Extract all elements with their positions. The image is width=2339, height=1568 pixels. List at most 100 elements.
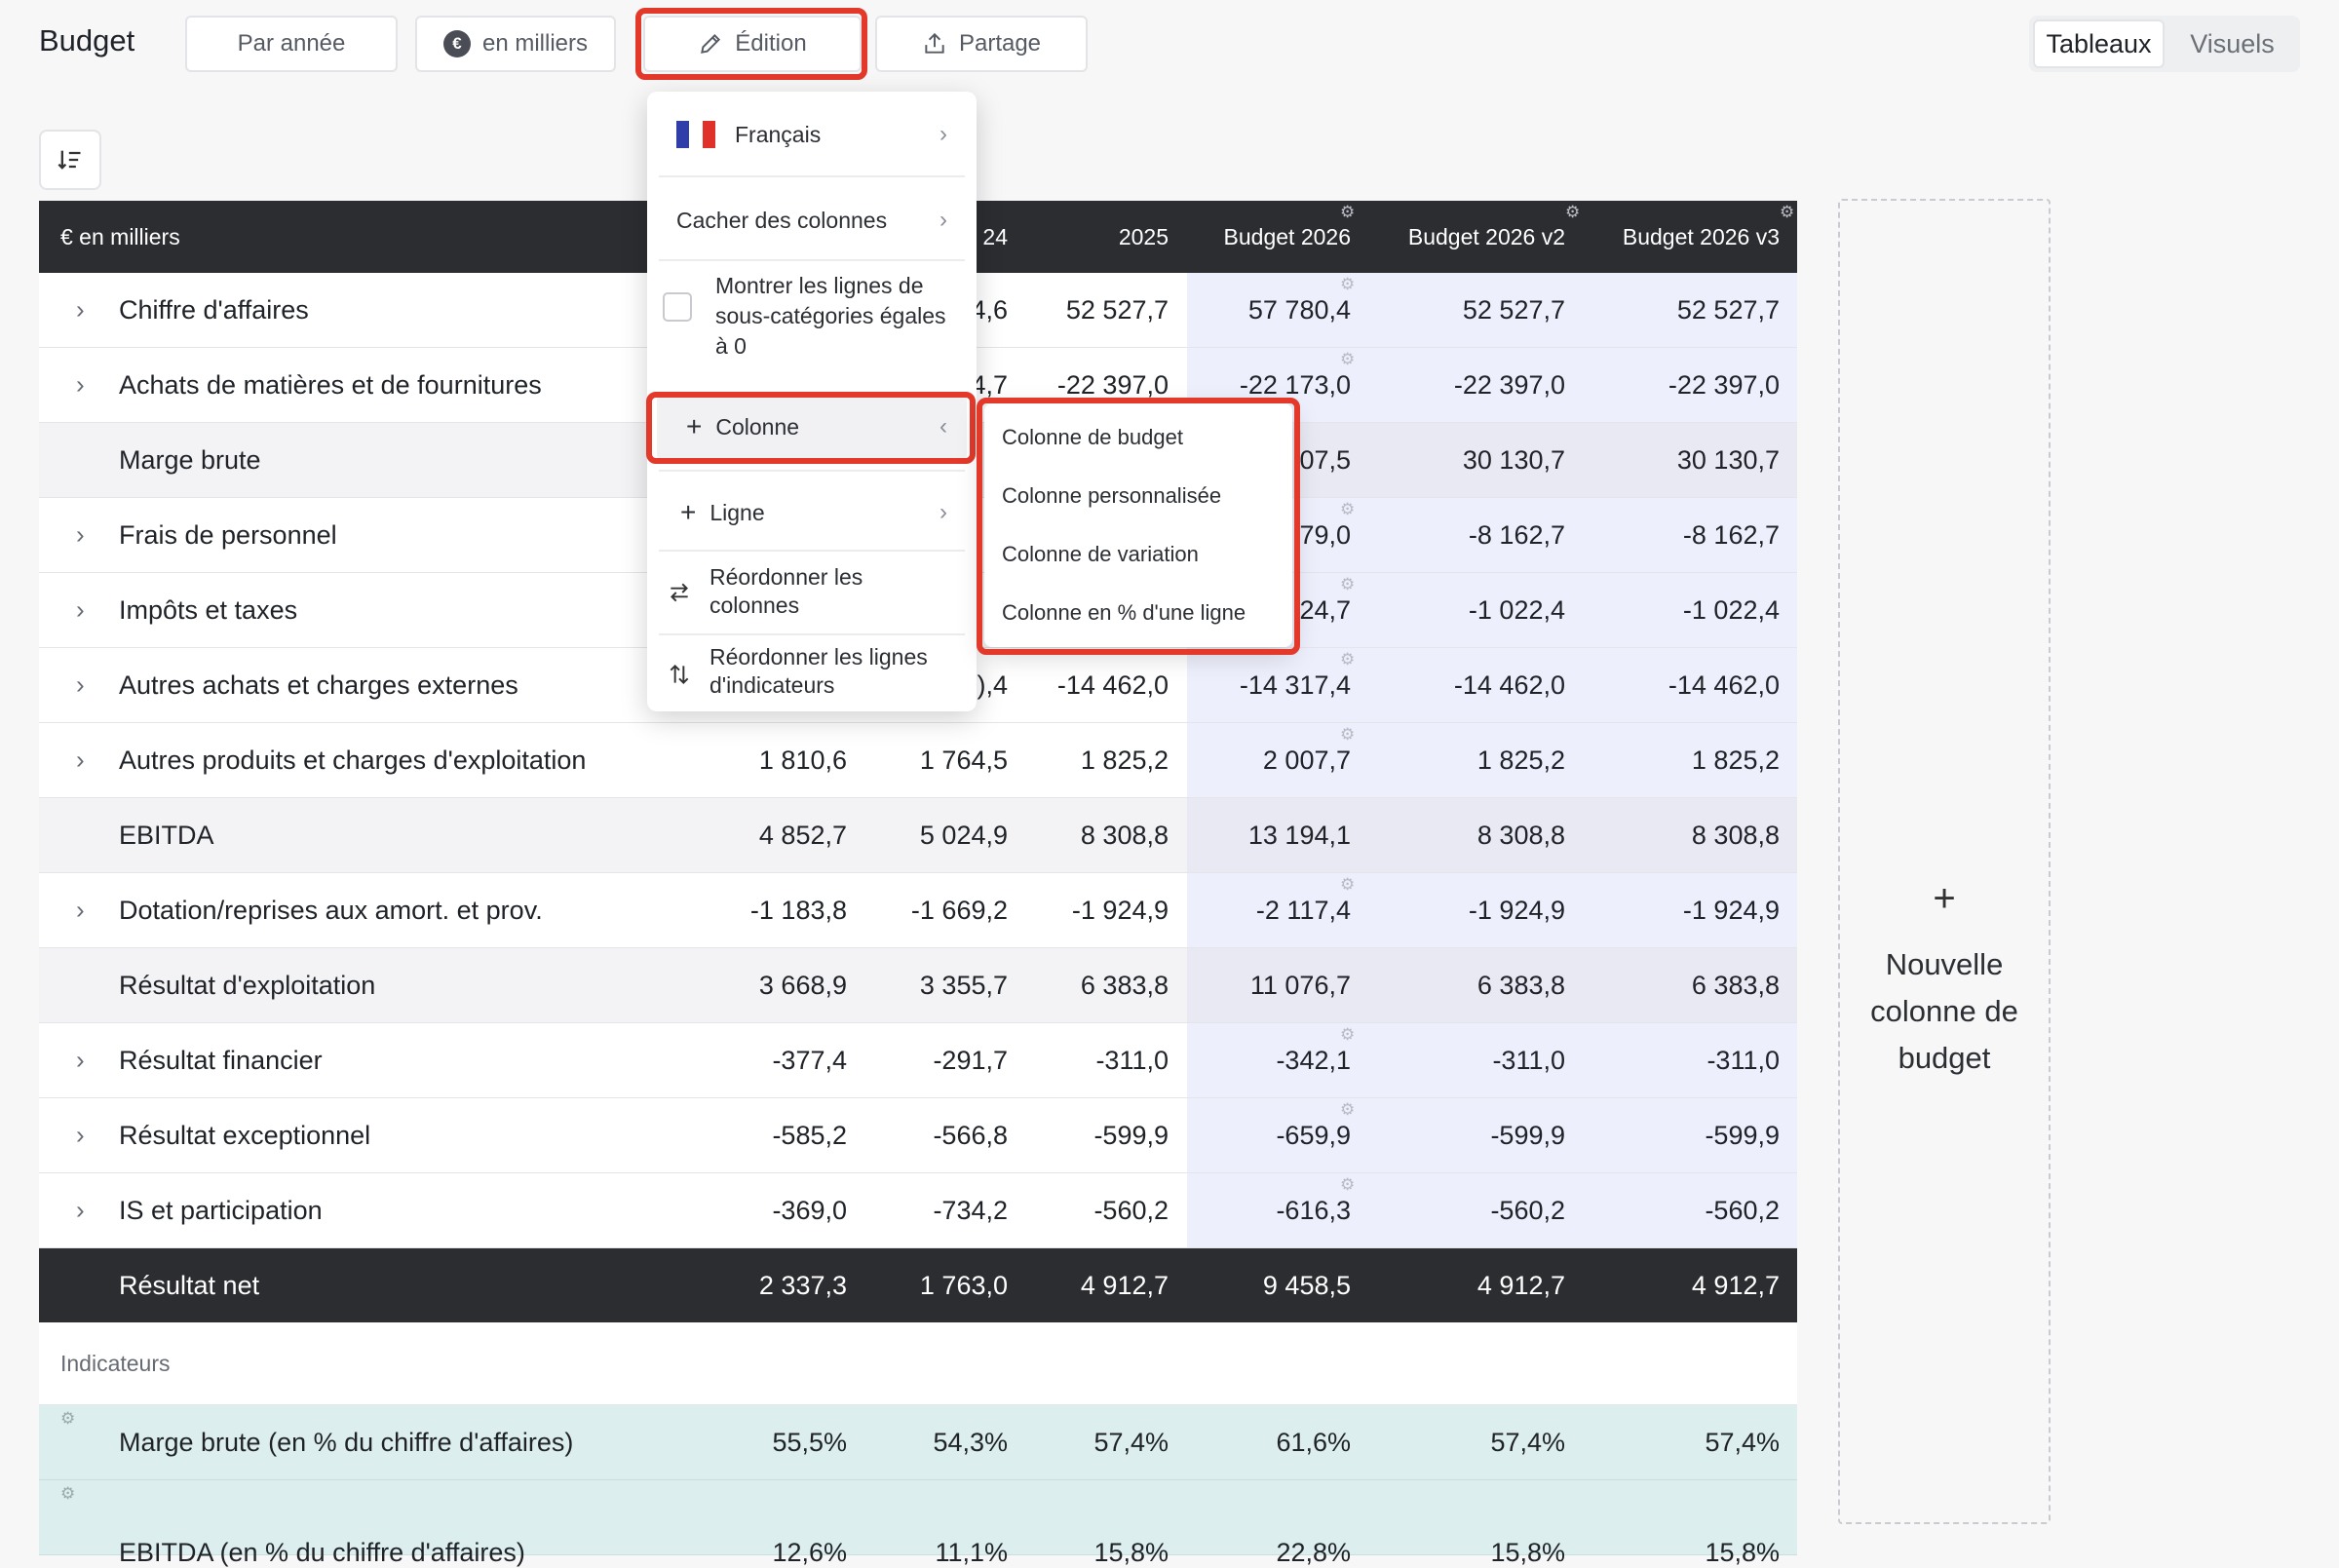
menu-item-reorder-columns[interactable]: Réordonner les colonnes [647, 554, 977, 631]
gear-icon[interactable]: ⚙ [1340, 500, 1355, 519]
chevron-right-icon[interactable]: › [76, 896, 85, 926]
indicator-row[interactable]: ⚙ Marge brute (en % du chiffre d'affaire… [39, 1405, 1797, 1480]
cell: 55,5% [772, 1427, 847, 1457]
line-label: Ligne [709, 499, 765, 525]
gear-icon[interactable]: ⚙ [60, 1484, 75, 1504]
table-row[interactable]: › Dotation/reprises aux amort. et prov. … [39, 873, 1797, 948]
cell[interactable]: -342,1 [1276, 1046, 1351, 1076]
gear-icon[interactable]: ⚙ [1340, 350, 1355, 369]
gear-icon[interactable]: ⚙ [1565, 203, 1580, 222]
gear-icon[interactable]: ⚙ [1340, 1100, 1355, 1120]
chevron-right-icon[interactable]: › [76, 595, 85, 626]
gear-icon[interactable]: ⚙ [1340, 1025, 1355, 1045]
cell: 54,3% [933, 1427, 1008, 1457]
menu-item-language[interactable]: Français › [647, 99, 977, 170]
indicators-section: Indicateurs [39, 1322, 1797, 1405]
hide-columns-label: Cacher des colonnes [676, 207, 888, 233]
gear-icon[interactable]: ⚙ [1340, 875, 1355, 895]
gear-icon[interactable]: ⚙ [1340, 650, 1355, 669]
cell: -1 022,4 [1682, 594, 1780, 625]
cell: -22 397,0 [1453, 369, 1565, 400]
row-label: Marge brute [119, 444, 261, 475]
menu-item-show-zero-lines[interactable]: Montrer les lignes de sous-catégories ég… [647, 263, 977, 390]
indicators-label: Indicateurs [60, 1350, 171, 1376]
row-label: IS et participation [119, 1195, 323, 1225]
gear-icon[interactable]: ⚙ [1340, 203, 1355, 222]
cell: -599,9 [1490, 1120, 1565, 1150]
col-header-budget-2026[interactable]: Budget 2026 [1224, 224, 1351, 250]
gear-icon[interactable]: ⚙ [1340, 275, 1355, 294]
cell: 52 527,7 [1462, 294, 1565, 325]
cell: -8 162,7 [1682, 519, 1780, 550]
cell: -14 462,0 [1453, 669, 1565, 700]
cell: 1 825,2 [1080, 745, 1169, 775]
row-label: Résultat net [119, 1270, 260, 1300]
table-row[interactable]: › IS et participation -369,0 -734,2 -560… [39, 1173, 1797, 1248]
menu-item-hide-columns[interactable]: Cacher des colonnes › [647, 179, 977, 261]
chevron-right-icon[interactable]: › [76, 1121, 85, 1151]
menu-item-reorder-indicators[interactable]: Réordonner les lignes d'indicateurs [647, 637, 977, 711]
indicator-row[interactable]: ⚙ EBITDA (en % du chiffre d'affaires) 12… [39, 1480, 1797, 1567]
tab-tables[interactable]: Tableaux [2033, 19, 2165, 68]
table-row[interactable]: › Résultat exceptionnel -585,2 -566,8 -5… [39, 1098, 1797, 1173]
cell: 30 130,7 [1676, 444, 1780, 475]
cell[interactable]: -22 173,0 [1240, 370, 1351, 401]
cell[interactable]: 24,7 [1299, 595, 1351, 626]
chevron-right-icon[interactable]: › [76, 670, 85, 701]
table-row[interactable]: › Autres produits et charges d'exploitat… [39, 723, 1797, 798]
cell[interactable]: -659,9 [1276, 1121, 1351, 1151]
cell: -311,0 [1706, 1045, 1780, 1075]
cell: 2 337,3 [758, 1270, 847, 1300]
col-header-2024[interactable]: 24 [982, 224, 1008, 250]
table-row[interactable]: › Résultat financier -377,4 -291,7 -311,… [39, 1023, 1797, 1098]
show-zero-label: Montrer les lignes de sous-catégories ég… [715, 273, 946, 359]
cell: 6 383,8 [1080, 970, 1169, 1000]
cell[interactable]: -2 117,4 [1256, 896, 1351, 926]
sort-button[interactable] [39, 130, 101, 190]
col-header-budget-2026-v2[interactable]: Budget 2026 v2 [1408, 224, 1565, 250]
checkbox[interactable] [663, 292, 692, 322]
chevron-right-icon[interactable]: › [76, 746, 85, 776]
cell: 9 458,5 [1262, 1270, 1351, 1300]
per-year-button[interactable]: Par année [185, 16, 398, 72]
chevron-right-icon[interactable]: › [76, 520, 85, 551]
gear-icon[interactable]: ⚙ [1780, 203, 1794, 222]
row-label: Chiffre d'affaires [119, 294, 309, 325]
reorder-indicators-label: Réordonner les lignes d'indicateurs [709, 644, 928, 698]
cell: -585,2 [772, 1120, 847, 1150]
gear-icon[interactable]: ⚙ [60, 1409, 75, 1429]
euro-icon: € [442, 30, 471, 57]
cell[interactable]: -616,3 [1276, 1196, 1351, 1226]
chevron-right-icon[interactable]: › [76, 1196, 85, 1226]
col-header-2025[interactable]: 2025 [1119, 224, 1169, 250]
new-budget-column-button[interactable]: + Nouvelle colonne de budget [1838, 199, 2051, 1524]
row-label: Marge brute (en % du chiffre d'affaires) [119, 1427, 574, 1457]
cell: 4 852,7 [758, 820, 847, 850]
chevron-right-icon[interactable]: › [76, 1046, 85, 1076]
cell: 52 527,7 [1065, 294, 1169, 325]
row-label: Autres achats et charges externes [119, 669, 518, 700]
cell: 11 076,7 [1249, 970, 1351, 1000]
col-header-budget-2026-v3[interactable]: Budget 2026 v3 [1623, 224, 1780, 250]
chevron-right-icon: › [939, 499, 947, 525]
cell[interactable]: 79,0 [1299, 520, 1351, 551]
cell: -311,0 [1095, 1045, 1169, 1075]
cell: 4,6 [971, 294, 1008, 325]
gear-icon[interactable]: ⚙ [1340, 725, 1355, 745]
gear-icon[interactable]: ⚙ [1340, 1175, 1355, 1195]
thousands-button[interactable]: € en milliers [415, 16, 616, 72]
tab-visuals[interactable]: Visuels [2168, 19, 2296, 68]
cell: 1 825,2 [1476, 745, 1565, 775]
gear-icon[interactable]: ⚙ [1340, 575, 1355, 594]
row-label: Résultat financier [119, 1045, 323, 1075]
cell[interactable]: -14 317,4 [1240, 670, 1351, 701]
cell: 8 308,8 [1691, 820, 1780, 850]
cell[interactable]: 2 007,7 [1263, 746, 1351, 776]
chevron-right-icon[interactable]: › [76, 370, 85, 401]
share-button[interactable]: Partage [875, 16, 1088, 72]
edit-highlight [635, 8, 867, 80]
page-title: Budget [39, 23, 135, 57]
chevron-right-icon[interactable]: › [76, 295, 85, 325]
menu-item-line[interactable]: + Ligne › [647, 474, 977, 552]
cell[interactable]: 57 780,4 [1248, 295, 1351, 325]
